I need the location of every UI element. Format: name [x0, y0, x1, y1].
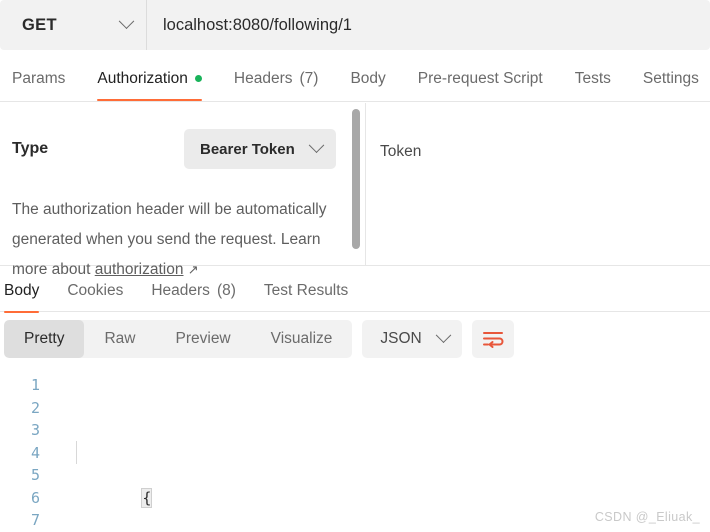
code-content[interactable]: { "code": 200, "data": { "followed": fal…: [52, 374, 710, 532]
response-tab-headers-count: (8): [216, 281, 236, 299]
view-mode-visualize[interactable]: Visualize: [251, 320, 353, 358]
response-tab-headers-label: Headers: [151, 281, 210, 299]
active-response-tab-underline: [4, 310, 40, 313]
code-gutter-line-numbers: 1 2 3 4 5 6 7: [0, 374, 52, 532]
response-tab-cookies[interactable]: Cookies: [67, 268, 123, 313]
response-view-mode-group: Pretty Raw Preview Visualize: [4, 320, 353, 358]
tab-params-label: Params: [12, 69, 66, 87]
chevron-down-icon: [118, 12, 135, 29]
auth-help-line-1: The authorization header will be automat…: [12, 201, 327, 218]
indent-guide: [76, 441, 77, 464]
postman-request-response-view: GET localhost:8080/following/1 Params Au…: [0, 0, 710, 532]
tab-pre-request-script[interactable]: Pre-request Script: [418, 56, 543, 101]
response-tab-test-results[interactable]: Test Results: [264, 268, 348, 313]
request-tab-bar: Params Authorization Headers (7) Body Pr…: [0, 56, 710, 102]
view-mode-pretty-label: Pretty: [24, 330, 65, 347]
view-mode-raw-label: Raw: [104, 330, 136, 347]
auth-type-row: Type Bearer Token: [12, 129, 336, 169]
token-field-label: Token: [380, 143, 422, 160]
line-number: 2: [30, 398, 40, 417]
response-tab-test-results-label: Test Results: [263, 281, 349, 299]
code-token: {: [141, 487, 153, 508]
view-mode-visualize-label: Visualize: [270, 330, 333, 347]
tab-authorization[interactable]: Authorization: [97, 56, 202, 101]
tab-settings[interactable]: Settings: [643, 56, 699, 101]
response-tab-bar: Body Cookies Headers (8) Test Results: [0, 268, 710, 313]
line-number: 7: [30, 511, 40, 529]
tab-params[interactable]: Params: [12, 56, 65, 101]
line-number: 4: [30, 443, 40, 462]
request-url-input[interactable]: localhost:8080/following/1: [147, 0, 710, 50]
response-format-dropdown[interactable]: JSON: [362, 320, 462, 358]
response-view-toolbar: Pretty Raw Preview Visualize JSON: [0, 316, 710, 362]
auth-help-line-2: generated when you send the request. Lea…: [12, 231, 321, 248]
request-url-value: localhost:8080/following/1: [163, 15, 352, 34]
auth-type-label: Type: [12, 140, 49, 157]
tab-authorization-label: Authorization: [97, 69, 188, 87]
tab-headers-count: (7): [299, 69, 319, 87]
response-tab-body[interactable]: Body: [4, 268, 40, 313]
line-number: 1: [30, 376, 40, 394]
request-url-bar: GET localhost:8080/following/1: [0, 0, 710, 54]
tab-pre-request-script-label: Pre-request Script: [417, 69, 543, 87]
token-column: Token: [366, 103, 710, 266]
tab-body[interactable]: Body: [350, 56, 385, 101]
http-method-label: GET: [22, 15, 57, 34]
watermark-text: CSDN @_Eliuak_: [594, 510, 700, 524]
line-number: 3: [30, 421, 40, 439]
auth-type-value: Bearer Token: [200, 140, 295, 158]
tab-headers[interactable]: Headers (7): [234, 56, 319, 101]
response-tab-headers[interactable]: Headers (8): [151, 268, 236, 313]
modified-dot-icon: [194, 75, 202, 82]
tab-body-label: Body: [350, 69, 386, 87]
wrap-lines-icon: [482, 332, 504, 348]
chevron-down-icon: [308, 136, 325, 153]
tab-tests-label: Tests: [574, 69, 611, 87]
view-mode-preview-label: Preview: [175, 330, 231, 347]
wrap-lines-button[interactable]: [471, 320, 514, 358]
authorization-pane: Type Bearer Token The authorization head…: [0, 103, 710, 278]
response-tab-body-label: Body: [4, 281, 40, 299]
authorization-config-column: Type Bearer Token The authorization head…: [0, 103, 352, 278]
code-line: {: [52, 464, 710, 508]
view-mode-preview[interactable]: Preview: [156, 320, 251, 358]
view-mode-pretty[interactable]: Pretty: [4, 320, 85, 358]
auth-type-dropdown[interactable]: Bearer Token: [184, 129, 336, 169]
active-tab-underline: [97, 98, 202, 101]
http-method-dropdown[interactable]: GET: [0, 0, 146, 50]
view-mode-raw[interactable]: Raw: [84, 320, 155, 358]
chevron-down-icon: [435, 326, 452, 343]
line-number: 5: [30, 466, 40, 484]
response-format-value: JSON: [380, 330, 422, 347]
line-number: 6: [30, 488, 40, 507]
tab-tests[interactable]: Tests: [575, 56, 611, 101]
response-tab-cookies-label: Cookies: [67, 281, 124, 299]
tab-headers-label: Headers: [233, 69, 293, 87]
response-body-code-viewer[interactable]: 1 2 3 4 5 6 7 { "code": 200, "data": {: [0, 366, 710, 532]
tab-settings-label: Settings: [642, 69, 699, 87]
authorization-pane-scrollbar[interactable]: [352, 109, 360, 249]
